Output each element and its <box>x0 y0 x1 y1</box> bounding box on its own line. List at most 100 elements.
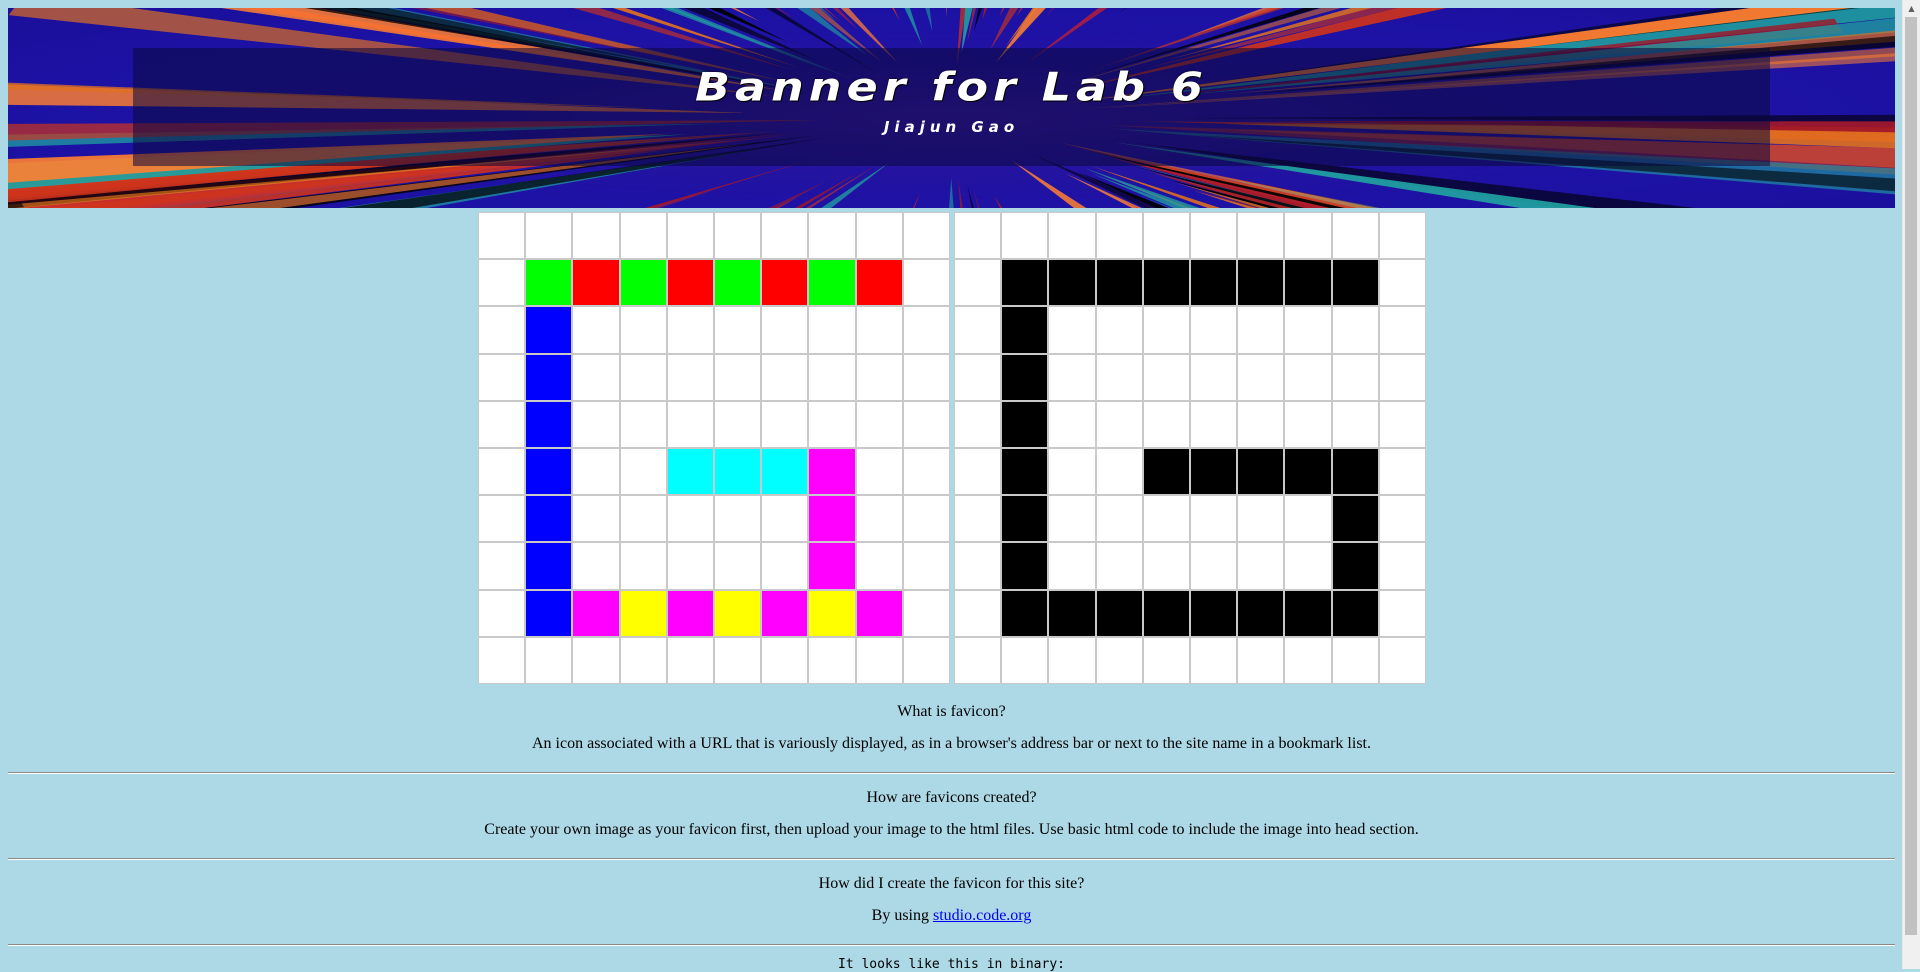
binary-pixel-cell <box>954 448 1001 495</box>
binary-pixel-cell <box>1190 354 1237 401</box>
question-what-is-favicon: What is favicon? <box>8 703 1895 721</box>
color-pixel-cell <box>572 542 619 589</box>
color-pixel-cell <box>667 306 714 353</box>
color-pixel-cell <box>667 542 714 589</box>
binary-pixel-cell <box>1001 354 1048 401</box>
color-pixel-cell <box>761 542 808 589</box>
color-pixel-cell <box>903 637 950 684</box>
color-pixel-cell <box>714 401 761 448</box>
color-pixel-cell <box>478 448 525 495</box>
color-pixel-cell <box>856 590 903 637</box>
color-pixel-cell <box>856 495 903 542</box>
color-pixel-cell <box>667 354 714 401</box>
color-pixel-cell <box>856 637 903 684</box>
binary-pixel-cell <box>954 306 1001 353</box>
binary-pixel-cell <box>1284 448 1331 495</box>
color-pixel-cell <box>478 212 525 259</box>
color-pixel-cell <box>761 590 808 637</box>
binary-pixel-cell <box>1332 354 1379 401</box>
answer-what-is-favicon: An icon associated with a URL that is va… <box>8 735 1895 753</box>
binary-pixel-cell <box>954 212 1001 259</box>
color-pixel-cell <box>620 542 667 589</box>
color-pixel-cell <box>808 259 855 306</box>
color-pixel-cell <box>525 495 572 542</box>
color-pixel-cell <box>525 306 572 353</box>
color-pixel-cell <box>478 259 525 306</box>
binary-pixel-cell <box>1096 354 1143 401</box>
scroll-up-arrow-icon[interactable]: ▲ <box>1903 0 1920 16</box>
color-pixel-cell <box>667 495 714 542</box>
binary-pixel-cell <box>1237 637 1284 684</box>
binary-pixel-cell <box>1190 542 1237 589</box>
vertical-scrollbar[interactable]: ▲ <box>1902 0 1920 969</box>
binary-pixel-cell <box>1379 354 1426 401</box>
banner-ray <box>967 185 1073 208</box>
binary-pixel-cell <box>1001 212 1048 259</box>
color-pixel-cell <box>478 590 525 637</box>
color-pixel-cell <box>620 212 667 259</box>
binary-pixel-cell <box>1284 637 1331 684</box>
color-pixel-cell <box>808 495 855 542</box>
color-pixel-cell <box>856 259 903 306</box>
color-pixel-cell <box>525 212 572 259</box>
divider <box>8 944 1895 946</box>
banner-ray <box>1000 8 1167 16</box>
binary-pixel-cell <box>1190 401 1237 448</box>
color-pixel-cell <box>714 448 761 495</box>
color-pixel-cell <box>761 495 808 542</box>
color-pixel-cell <box>620 259 667 306</box>
binary-pixel-cell <box>1048 306 1095 353</box>
color-pixel-cell <box>478 495 525 542</box>
color-pixel-cell <box>714 306 761 353</box>
banner-title: Banner for Lab 6 <box>8 64 1895 110</box>
binary-pixel-cell <box>1379 590 1426 637</box>
color-pixel-cell <box>808 401 855 448</box>
scrollbar-thumb[interactable] <box>1905 17 1917 935</box>
color-pixel-cell <box>714 542 761 589</box>
color-pixel-cell <box>856 306 903 353</box>
color-pixel-cell <box>620 354 667 401</box>
color-pixel-cell <box>620 448 667 495</box>
color-pixel-cell <box>761 354 808 401</box>
faq-how-created: How are favicons created? Create your ow… <box>8 789 1895 839</box>
color-pixel-cell <box>620 590 667 637</box>
color-pixel-cell <box>525 401 572 448</box>
color-pixel-cell <box>572 354 619 401</box>
binary-pixel-cell <box>1190 590 1237 637</box>
binary-pixel-cell <box>1001 306 1048 353</box>
binary-pixel-cell <box>1190 212 1237 259</box>
binary-pixel-cell <box>1143 259 1190 306</box>
color-pixel-cell <box>478 637 525 684</box>
binary-pixel-cell <box>1001 637 1048 684</box>
banner-ray <box>919 8 947 19</box>
color-pixel-cell <box>903 495 950 542</box>
color-pixel-cell <box>808 590 855 637</box>
binary-pixel-cell <box>1284 542 1331 589</box>
studio-code-link[interactable]: studio.code.org <box>933 907 1031 924</box>
favicon-binary-grid <box>954 212 1426 684</box>
binary-pixel-cell <box>1237 590 1284 637</box>
binary-pixel-cell <box>1048 495 1095 542</box>
faq-how-i-created: How did I create the favicon for this si… <box>8 875 1895 925</box>
color-pixel-cell <box>667 212 714 259</box>
binary-pixel-cell <box>954 495 1001 542</box>
color-pixel-cell <box>761 212 808 259</box>
banner-ray <box>958 179 1010 208</box>
color-pixel-cell <box>761 306 808 353</box>
binary-pixel-cell <box>1332 590 1379 637</box>
binary-pixel-cell <box>1379 495 1426 542</box>
color-pixel-cell <box>478 542 525 589</box>
binary-pixel-cell <box>1379 637 1426 684</box>
color-pixel-cell <box>856 354 903 401</box>
color-pixel-cell <box>667 259 714 306</box>
binary-pixel-cell <box>1048 259 1095 306</box>
color-pixel-cell <box>808 306 855 353</box>
binary-pixel-cell <box>954 637 1001 684</box>
binary-pixel-cell <box>1332 542 1379 589</box>
binary-pixel-cell <box>1284 590 1331 637</box>
color-pixel-cell <box>856 542 903 589</box>
binary-pixel-cell <box>1048 354 1095 401</box>
color-pixel-cell <box>572 495 619 542</box>
question-how-i-created: How did I create the favicon for this si… <box>8 875 1895 893</box>
binary-pixel-cell <box>1143 448 1190 495</box>
